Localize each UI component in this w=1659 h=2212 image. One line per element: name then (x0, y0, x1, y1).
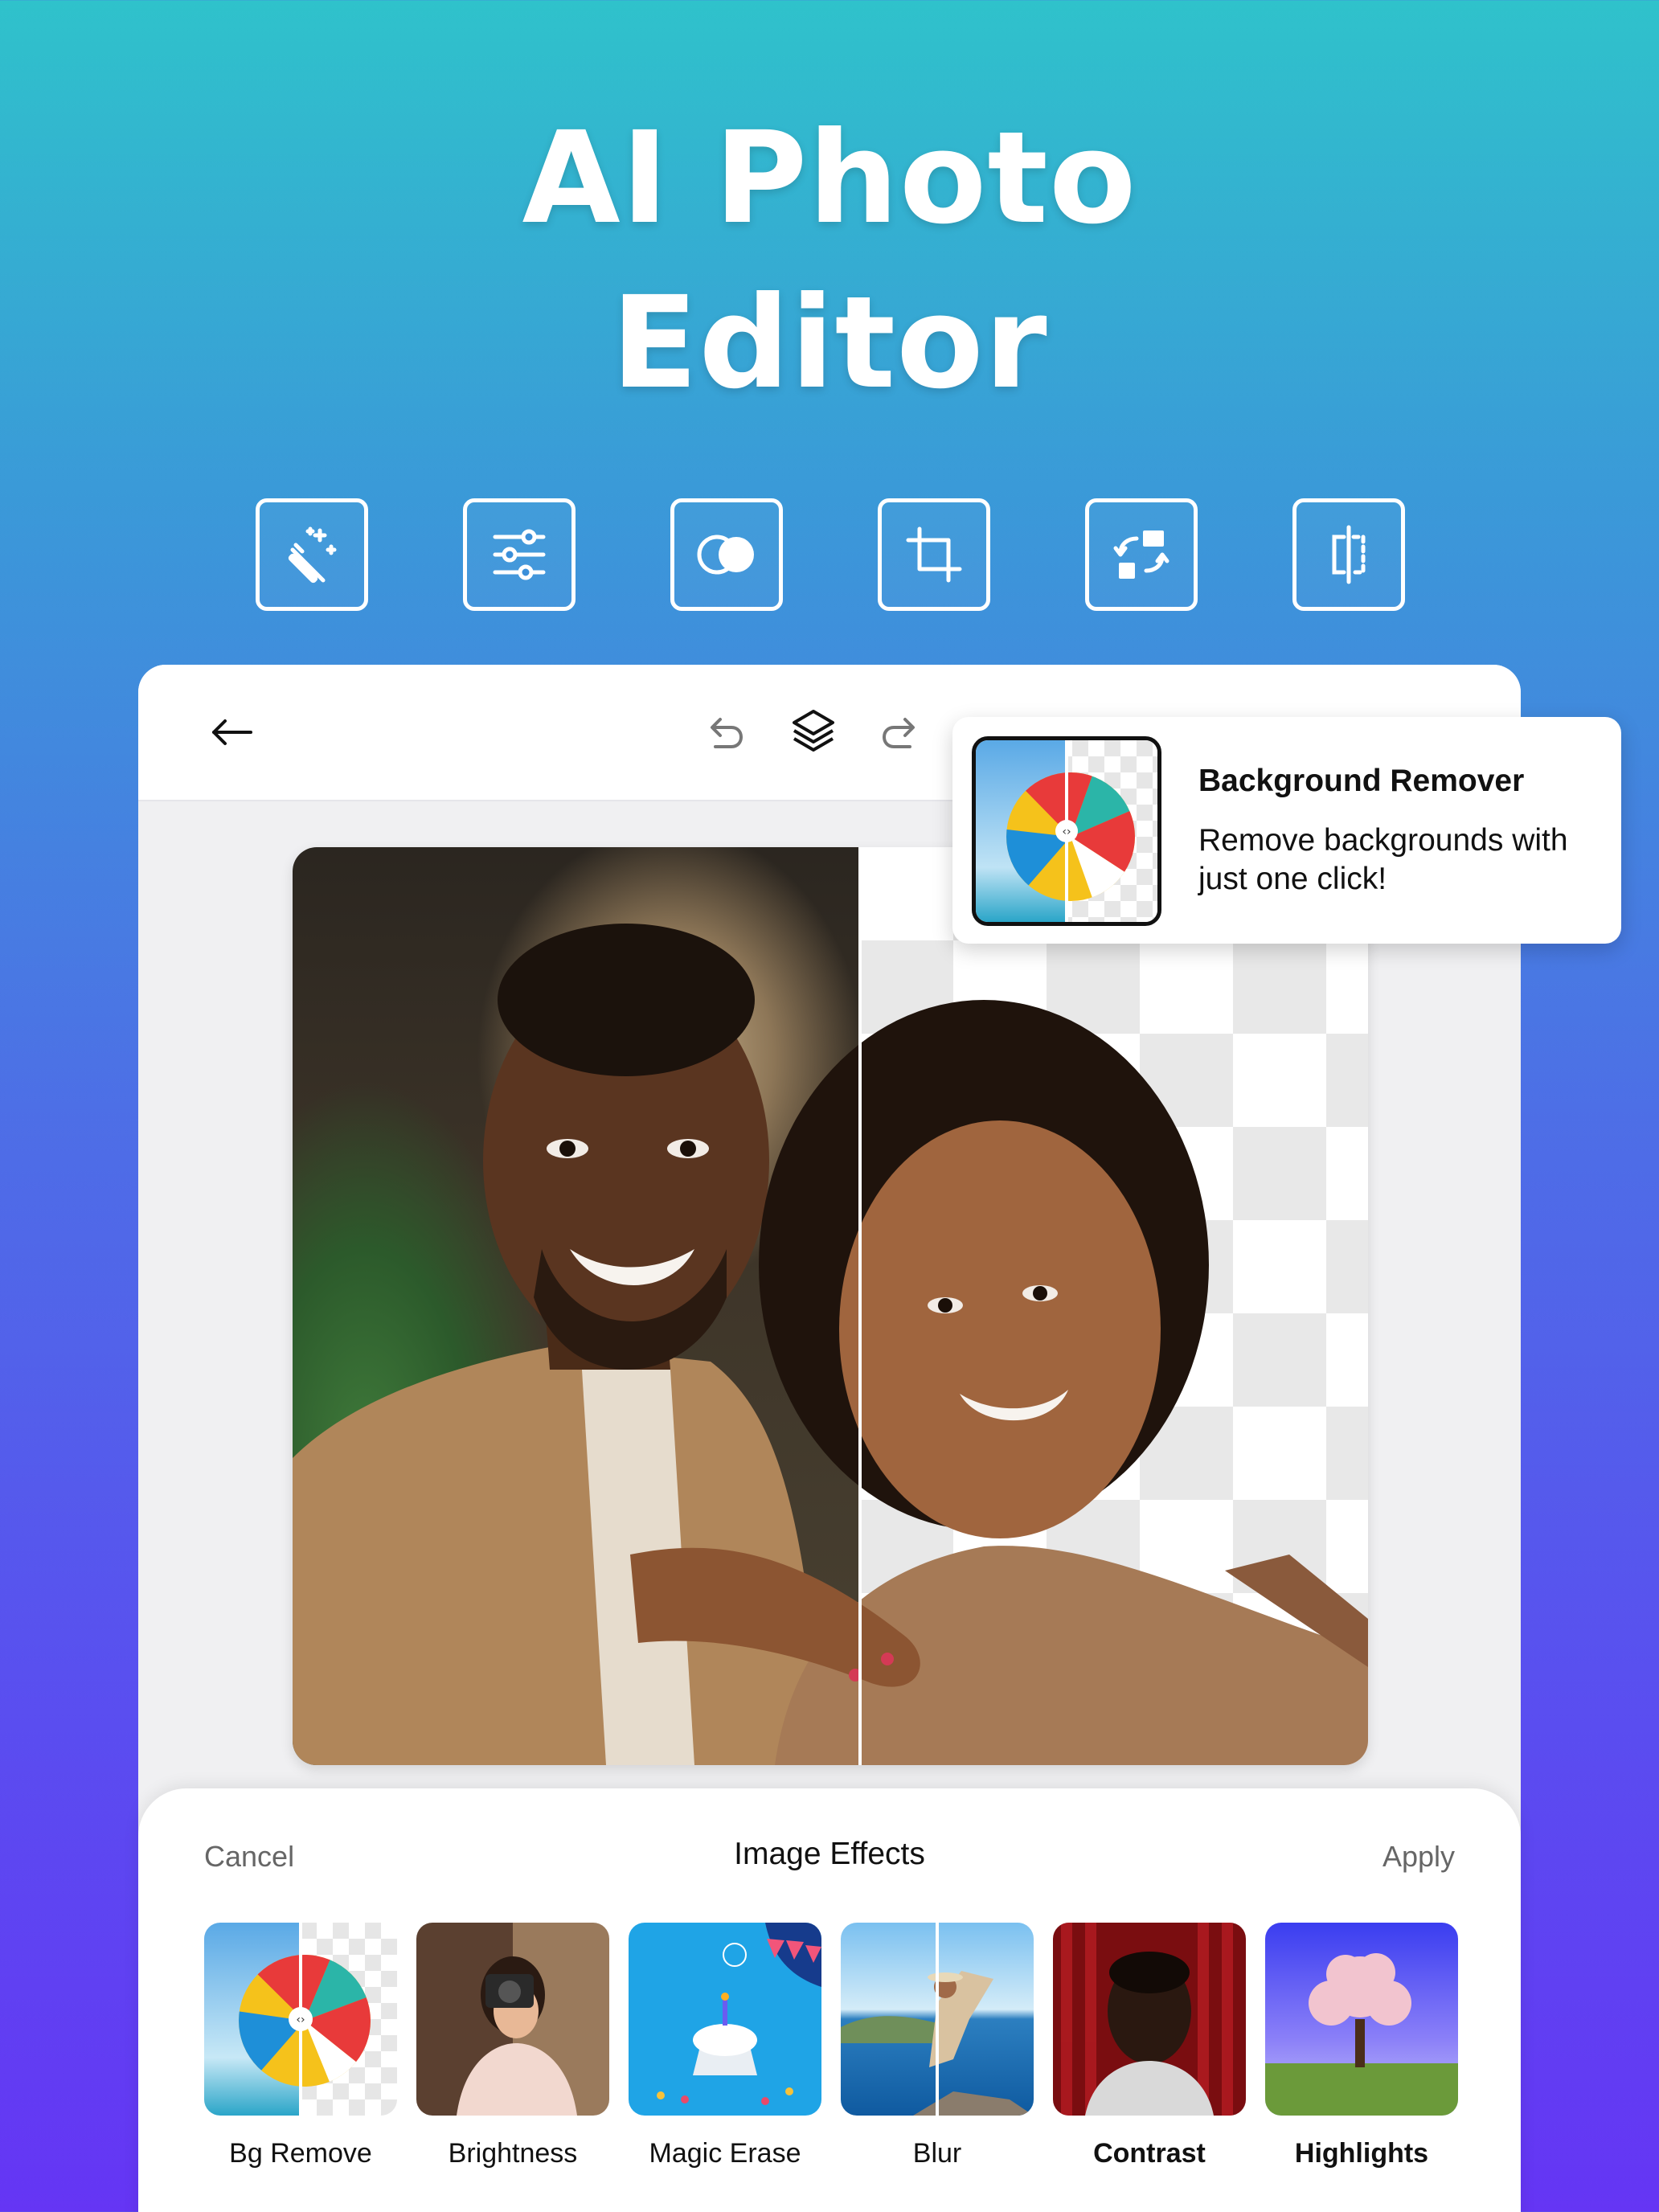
effect-brightness[interactable]: Brightness (416, 1923, 609, 2169)
sheet-title: Image Effects (734, 1837, 925, 1871)
compare-split-icon (1332, 525, 1366, 584)
effect-contrast[interactable]: Contrast (1053, 1923, 1246, 2169)
effect-label: Blur (912, 2138, 962, 2169)
svg-text:‹›: ‹› (1062, 825, 1071, 838)
tooltip-description: Remove backgrounds with just one click! (1198, 823, 1568, 896)
effect-thumbnail (841, 1923, 1034, 2116)
image-effects-sheet: Cancel Image Effects Apply ‹› Bg Remove … (138, 1788, 1521, 2212)
tooltip-title: Background Remover (1198, 764, 1525, 798)
apply-button[interactable]: Apply (1382, 1840, 1455, 1874)
hero-title: AI Photo Editor (0, 96, 1659, 426)
background-remover-thumbnail: ‹› (972, 736, 1161, 926)
svg-text:‹›: ‹› (296, 2013, 305, 2026)
swap-button[interactable] (1085, 498, 1198, 611)
edited-photo[interactable] (293, 847, 1368, 1765)
effect-label: Brightness (448, 2138, 578, 2169)
background-remover-tooltip: ‹› Background Remover Remove backgrounds… (952, 717, 1621, 944)
compare-button[interactable] (1292, 498, 1405, 611)
effect-thumbnail (416, 1923, 609, 2116)
effect-label: Contrast (1093, 2138, 1206, 2169)
effect-label: Highlights (1294, 2138, 1429, 2169)
crop-button[interactable] (878, 498, 990, 611)
magic-wand-icon (288, 526, 337, 584)
blend-circles-icon (697, 535, 754, 575)
blend-button[interactable] (670, 498, 783, 611)
effect-highlights[interactable]: Highlights (1265, 1923, 1458, 2169)
tool-row (0, 498, 1659, 611)
hero-title-line-2: Editor (611, 269, 1048, 417)
effect-magic-erase[interactable]: Magic Erase (629, 1923, 821, 2169)
effect-blur[interactable]: Blur (841, 1923, 1034, 2169)
effect-label: Bg Remove (229, 2138, 372, 2169)
sliders-icon (493, 529, 546, 580)
magic-wand-button[interactable] (256, 498, 368, 611)
crop-icon (906, 526, 962, 583)
effect-thumbnail (1265, 1923, 1458, 2116)
effect-label: Magic Erase (649, 2138, 801, 2169)
hero-title-line-1: AI Photo (522, 104, 1137, 252)
effect-thumbnail (1053, 1923, 1246, 2116)
effect-bg-remove[interactable]: ‹› Bg Remove (204, 1923, 397, 2169)
compare-divider[interactable] (858, 847, 862, 1765)
swap-icon (1113, 530, 1169, 579)
adjust-button[interactable] (463, 498, 576, 611)
undo-icon[interactable] (703, 710, 748, 755)
back-arrow-icon[interactable] (206, 707, 257, 758)
redo-icon[interactable] (878, 710, 923, 755)
layers-icon[interactable] (788, 705, 839, 756)
beach-ball-before-after-image: ‹› (976, 740, 1157, 922)
effect-thumbnail (629, 1923, 821, 2116)
people-illustration (293, 924, 1368, 1765)
effect-thumbnail: ‹› (204, 1923, 397, 2116)
